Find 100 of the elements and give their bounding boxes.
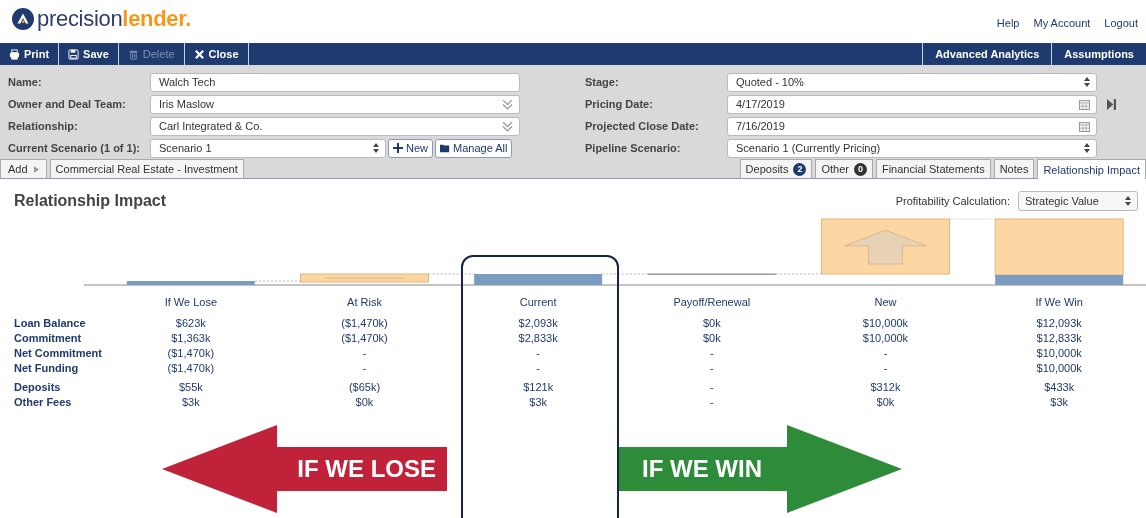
tab[interactable]: Other 0	[815, 159, 873, 178]
table-cell-text: $121k	[522, 380, 555, 395]
double-chevron-icon	[502, 120, 513, 132]
select-arrows-icon	[1084, 77, 1090, 87]
table-cell-text: $3k	[1049, 395, 1070, 410]
input-field[interactable]: Quoted - 10%	[727, 72, 1097, 92]
field-label: Projected Close Date:	[585, 120, 700, 132]
table-cell-text: $12,833k	[1035, 331, 1083, 346]
table-cell-text: -	[535, 346, 541, 361]
table-cell-text: $0k	[701, 316, 722, 331]
column-header: Payoff/Renewal	[672, 295, 752, 310]
tab[interactable]: Notes	[993, 159, 1035, 178]
tab[interactable]: Commercial Real Estate - Investment	[49, 159, 244, 178]
input-field[interactable]: Walch Tech	[150, 72, 520, 92]
table-cell-text: $55k	[177, 380, 204, 395]
table-cell-text: -	[361, 361, 368, 376]
field-label: Relationship:	[8, 120, 79, 132]
table-cell-text: -	[882, 361, 889, 376]
table-cell-text: -	[709, 380, 715, 395]
table-cell-text: -	[709, 395, 715, 410]
input-field[interactable]: Scenario 1	[150, 138, 386, 158]
save-icon	[68, 48, 80, 60]
scenario-button[interactable]: New	[388, 138, 433, 158]
table-cell-text: $3k	[180, 395, 201, 410]
logo-wordmark: precisionlender.	[37, 5, 192, 32]
table-cell-text: $0k	[701, 331, 722, 346]
table-cell-text: $2,833k	[517, 331, 559, 346]
calendar-icon	[1079, 120, 1090, 132]
double-chevron-icon	[502, 98, 513, 110]
column-header: New	[873, 295, 898, 310]
table-cell-text: $623k	[174, 316, 207, 331]
input-field[interactable]: 4/17/2019	[727, 94, 1097, 114]
header-link[interactable]: Help	[996, 16, 1020, 29]
trash-icon	[127, 48, 139, 60]
table-cell-text: $3k	[528, 395, 549, 410]
folder-icon	[440, 143, 450, 153]
select-arrows-icon	[1125, 196, 1131, 206]
table-cell-text: $2,093k	[517, 316, 559, 331]
tab[interactable]: Deposits 2	[739, 159, 813, 178]
select-arrows-icon	[1084, 143, 1090, 153]
table-cell-text: ($1,470k)	[340, 316, 389, 331]
column-header: If We Lose	[163, 295, 218, 310]
skip-forward-icon[interactable]	[1107, 98, 1116, 110]
table-cell-text: $10,000k	[861, 331, 910, 346]
table-cell-text: $1,363k	[170, 331, 212, 346]
header-link[interactable]: My Account	[1033, 16, 1091, 29]
row-label: Net Funding	[13, 361, 80, 376]
print-icon	[9, 48, 20, 60]
input-field[interactable]: 7/16/2019	[727, 116, 1097, 136]
column-header: At Risk	[346, 295, 383, 310]
table-cell-text: $312k	[869, 380, 902, 395]
table-cell-text: -	[882, 346, 889, 361]
table-cell-text: ($1,470k)	[340, 331, 389, 346]
input-field[interactable]: Scenario 1 (Currently Pricing)	[727, 138, 1097, 158]
logo-icon	[12, 7, 34, 30]
arrow-label: IF WE LOSE	[297, 455, 436, 483]
table-cell-text: $433k	[1043, 380, 1076, 395]
table-cell-text: ($1,470k)	[166, 361, 216, 376]
field-label: Owner and Deal Team:	[8, 98, 127, 110]
table-cell-text: $10,000k	[1035, 346, 1083, 361]
table-cell-text: $0k	[354, 395, 375, 410]
select-arrows-icon	[373, 143, 379, 153]
field-label: Name:	[8, 76, 43, 88]
table-cell-text: ($65k)	[347, 380, 382, 395]
table-cell-text: $12,093k	[1035, 316, 1083, 331]
row-label: Net Commitment	[13, 346, 103, 361]
add-tab[interactable]: Add	[0, 159, 47, 178]
table-cell-text: $10,000k	[861, 316, 910, 331]
field-label: Current Scenario (1 of 1):	[8, 142, 142, 154]
input-field[interactable]: Iris Maslow	[150, 94, 520, 114]
profitability-select[interactable]: Strategic Value	[1018, 191, 1138, 211]
input-field[interactable]: Carl Integrated & Co.	[150, 116, 520, 136]
column-header: If We Win	[1034, 295, 1084, 310]
count-badge: 0	[853, 162, 867, 176]
caret-icon	[33, 165, 39, 173]
table-cell-text: ($1,470k)	[166, 346, 216, 361]
field-label: Pipeline Scenario:	[585, 142, 682, 154]
field-label: Stage:	[585, 76, 620, 88]
up-arrow-icon	[844, 229, 927, 265]
row-label: Other Fees	[13, 395, 73, 410]
row-label: Loan Balance	[13, 316, 87, 331]
table-cell-text: -	[535, 361, 541, 376]
row-label: Commitment	[13, 331, 83, 346]
scenario-button[interactable]: Manage All	[435, 138, 513, 158]
tab[interactable]: Financial Statements	[875, 159, 991, 178]
table-cell-text: $10,000k	[1035, 361, 1083, 376]
calendar-icon	[1079, 98, 1090, 110]
table-cell-text: -	[709, 361, 715, 376]
plus-icon	[393, 143, 403, 153]
table-cell-text: -	[361, 346, 368, 361]
section-title: Relationship Impact	[14, 192, 167, 210]
header-link[interactable]: Logout	[1104, 16, 1138, 29]
table-cell-text: $0k	[875, 395, 896, 410]
arrow-label: IF WE WIN	[642, 455, 762, 483]
column-header: Current	[518, 295, 558, 310]
tab[interactable]: Relationship Impact	[1037, 159, 1146, 179]
profitability-label: Profitability Calculation:	[895, 195, 1010, 207]
row-label: Deposits	[13, 380, 62, 395]
count-badge: 2	[793, 162, 807, 176]
field-label: Pricing Date:	[585, 98, 654, 110]
